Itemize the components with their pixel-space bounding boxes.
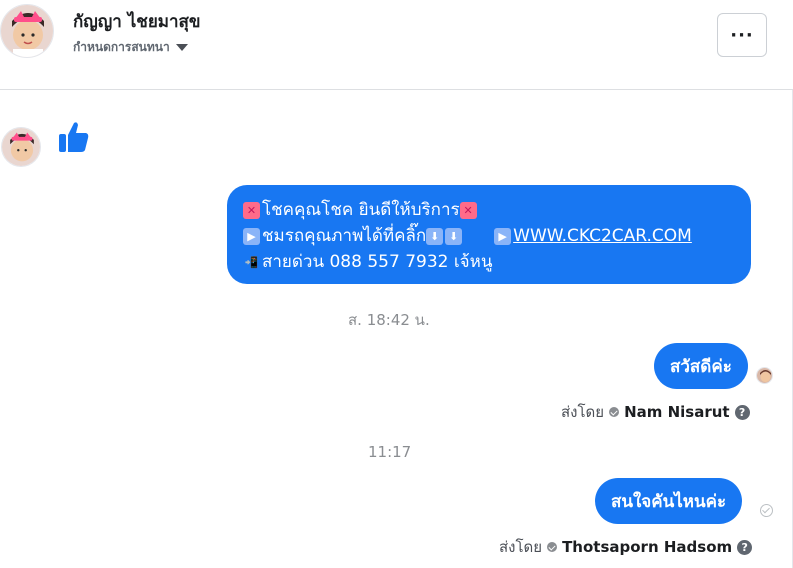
- sender-name[interactable]: Nam Nisarut: [624, 403, 730, 421]
- conversation-schedule-menu[interactable]: กำหนดการสนทนา: [73, 38, 188, 57]
- conversation-header: กัญญา ไชยมาสุข กำหนดการสนทนา ···: [0, 0, 793, 90]
- thumbs-up-icon: [58, 120, 90, 154]
- down-arrow-icon: ⬇: [426, 227, 444, 245]
- message-timestamp: ส. 18:42 น.: [348, 311, 430, 329]
- help-icon[interactable]: ?: [737, 539, 753, 555]
- website-link[interactable]: WWW.CKC2CAR.COM: [513, 223, 692, 249]
- promo-line-1: ✕ โชคคุณโชค ยินดีให้บริการ ✕: [243, 197, 735, 223]
- promo-line-3: 📲 สายด่วน 088 557 7932 เจ้หนู: [243, 249, 735, 275]
- message-text: สนใจคันไหนค่ะ: [611, 491, 727, 512]
- play-button-icon: ▶: [243, 227, 260, 245]
- promo-line-3-text: สายด่วน 088 557 7932 เจ้หนู: [262, 252, 493, 272]
- sent-by-label: ส่งโดย: [561, 403, 605, 421]
- cross-mark-icon: ✕: [243, 201, 260, 219]
- check-circle-icon: [547, 542, 558, 552]
- read-receipt-avatar: [756, 367, 773, 384]
- message-timestamp: 11:17: [368, 443, 412, 461]
- message-bubble-greeting[interactable]: สวัสดีค่ะ: [654, 343, 748, 389]
- promo-line-2: ▶ ชมรถคุณภาพได้ที่คลิ๊ก ⬇ ⬇ ▶ WWW.CKC2CA…: [243, 223, 735, 249]
- sent-by-line-2: ส่งโดย Thotsaporn Hadsom ?: [499, 535, 753, 559]
- contact-avatar[interactable]: [0, 4, 54, 58]
- sent-by-line-1: ส่งโดย Nam Nisarut ?: [561, 400, 750, 424]
- conversation-schedule-label: กำหนดการสนทนา: [73, 40, 170, 54]
- message-text: สวัสดีค่ะ: [670, 356, 732, 377]
- check-circle-icon: [609, 407, 620, 417]
- contact-avatar-small: [1, 127, 41, 167]
- mobile-phone-icon: 📲: [244, 255, 259, 269]
- cross-mark-icon: ✕: [459, 201, 477, 219]
- down-arrow-icon: ⬇: [445, 227, 463, 245]
- caret-down-icon: [175, 44, 188, 51]
- sender-name[interactable]: Thotsaporn Hadsom: [562, 538, 732, 556]
- promo-message-bubble[interactable]: ✕ โชคคุณโชค ยินดีให้บริการ ✕ ▶ ชมรถคุณภา…: [227, 185, 751, 284]
- sent-status-icon: [760, 504, 773, 517]
- more-horizontal-icon: ···: [730, 24, 754, 46]
- message-bubble-inquiry[interactable]: สนใจคันไหนค่ะ: [595, 478, 743, 524]
- contact-name[interactable]: กัญญา ไชยมาสุข: [73, 8, 201, 35]
- help-icon[interactable]: ?: [734, 404, 750, 420]
- more-options-button[interactable]: ···: [717, 13, 767, 57]
- sent-by-label: ส่งโดย: [499, 538, 543, 556]
- promo-line-1-text: โชคคุณโชค ยินดีให้บริการ: [262, 200, 460, 220]
- play-button-icon: ▶: [494, 227, 512, 245]
- promo-line-2-text: ชมรถคุณภาพได้ที่คลิ๊ก: [262, 226, 427, 246]
